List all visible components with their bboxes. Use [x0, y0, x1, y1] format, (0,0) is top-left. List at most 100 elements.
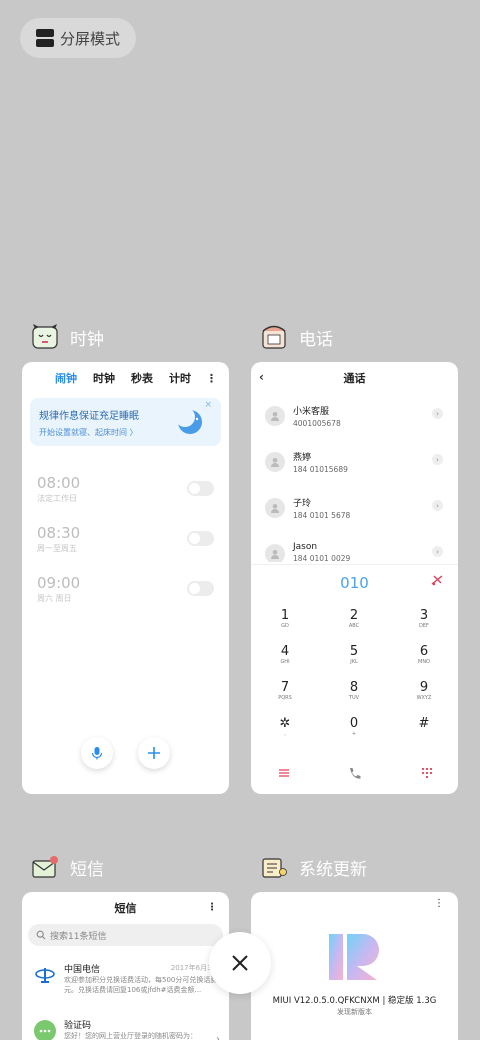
key-digit: 1 [280, 608, 290, 623]
chevron-right-icon[interactable]: › [432, 546, 443, 557]
dial-key[interactable]: 8 TUV [334, 680, 374, 701]
clock-app-icon [32, 324, 58, 349]
key-letters: JKL [350, 659, 358, 665]
alarm-item[interactable]: 08:00 法定工作日 [37, 474, 80, 504]
person-icon [271, 550, 279, 559]
key-digit: 2 [349, 608, 359, 623]
dial-key[interactable]: ✲, [265, 716, 305, 737]
alarm-toggle[interactable] [187, 531, 214, 546]
message-item[interactable]: 验证码 您好！您的网上营业厅登录的随机密码为：710679，有效时间为3分钟 › [34, 1018, 224, 1040]
verification-code-icon [34, 1020, 56, 1040]
clock-app-card[interactable]: 闹钟 时钟 秒表 计时 ⋮ 规律作息保证充足睡眠 开始设置就寝、起床时间 〉 ×… [22, 362, 229, 794]
dial-key[interactable]: 9 WXYZ [404, 680, 444, 701]
more-icon[interactable]: ⋮ [434, 898, 444, 909]
alarm-time: 08:30 [37, 524, 81, 542]
contact-item[interactable]: 小米客服 4001005678 › [265, 404, 451, 428]
sms-header: 短信 ⋮ [22, 892, 229, 924]
dial-key[interactable]: 2 ABC [334, 608, 374, 629]
message-sender: 验证码 [64, 1021, 92, 1031]
update-version: MIUI V12.0.5.0.QFKCNXM | 稳定版 1.3G [272, 996, 437, 1006]
person-icon [271, 504, 279, 513]
update-app-title: 系统更新 [299, 859, 367, 880]
chevron-right-icon: › [216, 1034, 220, 1040]
call-icon[interactable] [347, 767, 361, 781]
contact-item[interactable]: 燕婷 184 01015689 › [265, 450, 451, 474]
key-letters: GHI [280, 659, 290, 665]
voice-alarm-button[interactable] [81, 737, 113, 769]
alarm-toggle[interactable] [187, 481, 214, 496]
dial-input[interactable]: 010 [251, 574, 458, 592]
clock-app-title: 时钟 [70, 329, 104, 350]
sms-header-title: 短信 [114, 902, 137, 915]
key-letters: GD [281, 623, 289, 629]
close-icon[interactable]: × [204, 400, 212, 410]
sms-app-title: 短信 [70, 859, 104, 880]
update-status: 发现新版本 [337, 1008, 372, 1016]
alarm-repeat: 周六 周日 [37, 594, 72, 603]
more-icon[interactable]: ⋮ [206, 372, 217, 385]
dial-key[interactable]: 0 + [334, 716, 374, 737]
tab-clock[interactable]: 时钟 [93, 370, 115, 386]
key-letters: TUV [348, 695, 360, 701]
tab-stopwatch[interactable]: 秒表 [131, 370, 153, 386]
contact-item[interactable]: Jason 184 0101 0029 › [265, 542, 451, 562]
message-sender: 中国电信 [64, 965, 101, 975]
tab-timer[interactable]: 计时 [169, 370, 191, 386]
backspace-icon[interactable] [430, 573, 444, 587]
menu-icon[interactable] [278, 767, 290, 779]
contact-number: 4001005678 [293, 419, 341, 428]
alarm-time: 08:00 [37, 474, 81, 492]
dial-key[interactable]: 6 MNO [404, 644, 444, 665]
key-digit: 4 [280, 644, 290, 659]
contact-name: 小米客服 [293, 407, 330, 417]
split-screen-button[interactable]: 分屏模式 [20, 18, 136, 58]
dial-key[interactable]: # [404, 716, 444, 731]
contact-number: 184 01015689 [293, 465, 348, 474]
key-letters: , [284, 731, 286, 737]
back-icon[interactable]: ‹ [259, 370, 264, 384]
key-letters: WXYZ [416, 695, 432, 701]
clock-app-header: 时钟 [30, 322, 104, 352]
key-digit: 8 [349, 680, 359, 695]
message-item[interactable]: 中国电信 2017年6月30 欢迎参加积分兑换话费活动，每500分可兑换话费5元… [34, 962, 224, 1002]
dial-key[interactable]: 5 JKL [334, 644, 374, 665]
sms-search-input[interactable]: 搜索11条短信 [28, 924, 223, 946]
alarm-item[interactable]: 09:00 周六 周日 [37, 574, 80, 604]
chevron-right-icon[interactable]: › [432, 454, 443, 465]
contact-name: 子玲 [293, 499, 312, 509]
contact-number: 184 0101 0029 [293, 554, 351, 562]
tab-alarm[interactable]: 闹钟 [55, 370, 77, 386]
sleep-banner[interactable]: 规律作息保证充足睡眠 开始设置就寝、起床时间 〉 × [30, 398, 221, 446]
dial-key[interactable]: 4 GHI [265, 644, 305, 665]
alarm-toggle[interactable] [187, 581, 214, 596]
dial-key[interactable]: 3 DEF [404, 608, 444, 629]
key-digit: 0 [349, 716, 359, 731]
contact-name: 燕婷 [293, 453, 312, 463]
chevron-right-icon[interactable]: › [432, 408, 443, 419]
moon-icon [175, 407, 202, 434]
alarm-repeat: 法定工作日 [37, 494, 77, 503]
search-icon [36, 930, 46, 940]
add-alarm-button[interactable] [138, 737, 170, 769]
key-digit: 6 [419, 644, 429, 659]
key-digit: ✲ [279, 716, 291, 731]
more-icon[interactable]: ⋮ [207, 902, 217, 913]
contact-item[interactable]: 子玲 184 0101 5678 › [265, 496, 451, 520]
person-icon [271, 458, 279, 467]
phone-app-card[interactable]: ‹ 通话 小米客服 4001005678 › 燕婷 184 01015689 ›… [251, 362, 458, 794]
sms-app-card[interactable]: 短信 ⋮ 搜索11条短信 中国电信 2017年6月30 欢迎参加积分兑换话费活动… [22, 892, 229, 1040]
avatar [265, 544, 285, 562]
clock-tabs: 闹钟 时钟 秒表 计时 ⋮ [22, 362, 229, 394]
sms-app-header: 短信 [30, 852, 104, 882]
alarm-item[interactable]: 08:30 周一至周五 [37, 524, 80, 554]
dial-display: 010 [251, 564, 458, 598]
dialpad-icon[interactable] [421, 767, 433, 779]
china-telecom-logo-icon [35, 968, 55, 983]
dial-key[interactable]: 7 PQRS [265, 680, 305, 701]
chevron-right-icon[interactable]: › [432, 500, 443, 511]
system-update-card[interactable]: ⋮ MIUI V12.0.5.0.QFKCNXM | 稳定版 1.3G 发现新版… [251, 892, 458, 1040]
dial-key[interactable]: 1 GD [265, 608, 305, 629]
alarm-time: 09:00 [37, 574, 81, 592]
clear-all-button[interactable] [209, 932, 271, 994]
key-digit: 5 [349, 644, 359, 659]
